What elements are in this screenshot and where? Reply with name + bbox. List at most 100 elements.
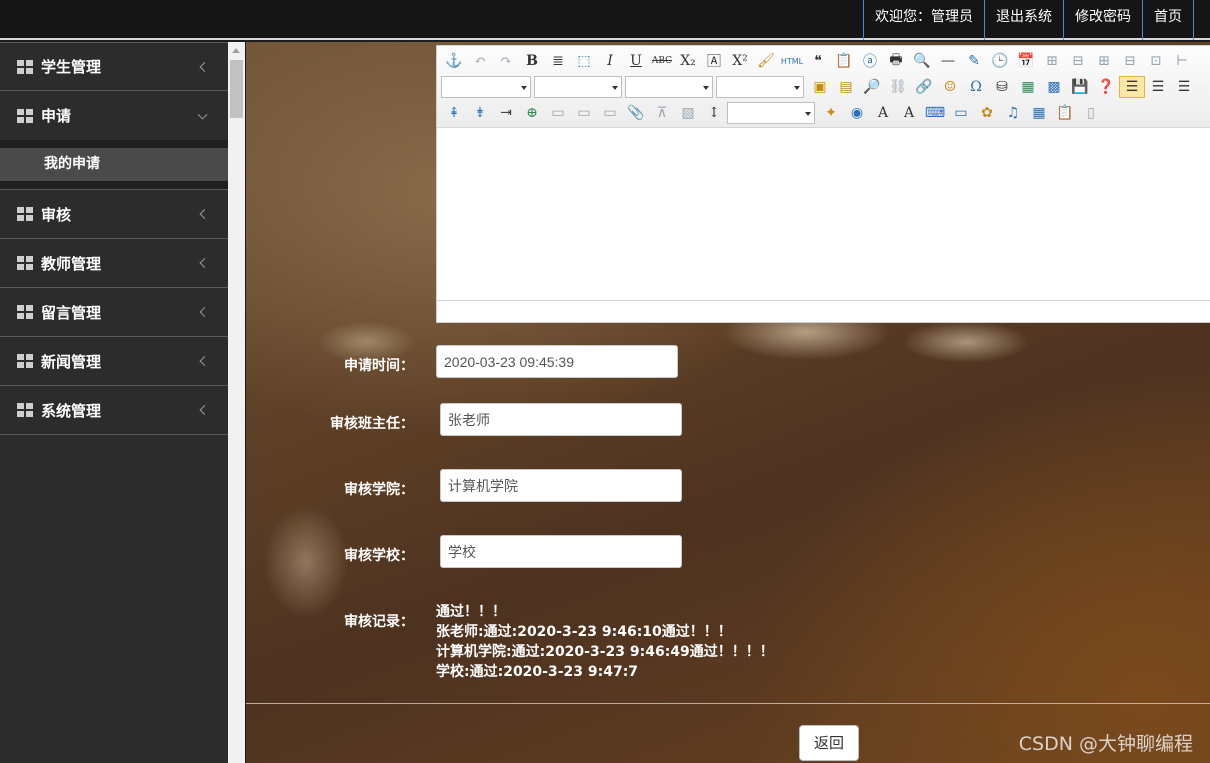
teacher-field[interactable] — [440, 403, 682, 436]
time-icon[interactable]: 🕒 — [987, 50, 1013, 72]
insert-video-icon[interactable]: ◉ — [844, 102, 870, 124]
format-paragraph-icon[interactable]: ≣ — [545, 50, 571, 72]
special-char-icon[interactable]: Ω — [963, 76, 989, 98]
sidebar-scrollbar[interactable] — [228, 42, 245, 763]
horizontal-rule-icon[interactable]: — — [935, 50, 961, 72]
top-bar: 欢迎您：管理员 退出系统 修改密码 首页 — [0, 0, 1210, 40]
bold-icon[interactable]: B — [519, 50, 545, 72]
preview-icon[interactable]: 🔍 — [909, 50, 935, 72]
save-icon[interactable]: 💾 — [1067, 76, 1093, 98]
emoticon-icon[interactable]: ☺ — [937, 76, 963, 98]
paragraph-select[interactable] — [716, 76, 804, 98]
chevron-left-icon — [199, 405, 210, 415]
word-image-icon[interactable]: ▧ — [675, 102, 701, 124]
binoculars-icon[interactable]: ⛁ — [989, 76, 1015, 98]
line-height-icon[interactable]: ↕ — [701, 102, 727, 124]
float-left-icon[interactable]: ▭ — [545, 102, 571, 124]
sidebar-item-student-management[interactable]: 学生管理 — [0, 42, 228, 91]
custom-style-select[interactable] — [727, 102, 815, 124]
strikethrough-icon[interactable]: ABC — [649, 50, 675, 72]
underline-icon[interactable]: U — [623, 50, 649, 72]
subscript-icon[interactable]: X₂ — [675, 50, 701, 72]
insert-row-icon[interactable]: ⊟ — [1065, 50, 1091, 72]
sidebar-item-application[interactable]: 申请 — [0, 91, 228, 140]
unlink-icon[interactable]: ⛓ — [885, 76, 911, 98]
page-break-icon[interactable]: ⊼ — [649, 102, 675, 124]
multi-image-icon[interactable]: ▤ — [833, 76, 859, 98]
split-cells-icon[interactable]: ⊢ — [1169, 50, 1195, 72]
main-content: ⚓ ↶ ↷ B ≣ ⬚ I U ABC X₂ 🄰 X² 🖌 HTML ❝ 📋 ⓐ… — [246, 42, 1210, 763]
scrawl-icon[interactable]: ▭ — [948, 102, 974, 124]
delete-row-icon[interactable]: ⊟ — [1117, 50, 1143, 72]
logout-link[interactable]: 退出系统 — [984, 0, 1063, 40]
undo-icon[interactable]: ↶ — [467, 50, 493, 72]
image-icon[interactable]: ▣ — [807, 76, 833, 98]
clipboard-icon[interactable]: 📋 — [1052, 102, 1078, 124]
editor-content-area[interactable] — [437, 128, 1210, 300]
change-password-link[interactable]: 修改密码 — [1063, 0, 1142, 40]
align-center-icon[interactable]: ☰ — [1171, 76, 1197, 98]
align-right-icon[interactable]: ☰ — [1145, 76, 1171, 98]
toolbar-row-1: ⚓ ↶ ↷ B ≣ ⬚ I U ABC X₂ 🄰 X² 🖌 HTML ❝ 📋 ⓐ… — [441, 48, 1210, 74]
back-button[interactable]: 返回 — [799, 725, 859, 761]
font-border-icon[interactable]: 🄰 — [701, 50, 727, 72]
college-field[interactable] — [440, 469, 682, 502]
print-icon[interactable]: 🖶 — [883, 50, 909, 72]
sidebar-item-message-management[interactable]: 留言管理 — [0, 288, 228, 337]
image-map-icon[interactable]: ▦ — [1015, 76, 1041, 98]
sidebar-subitem-my-application[interactable]: 我的申请 — [0, 148, 228, 181]
scroll-up-arrow-icon[interactable] — [232, 48, 240, 53]
link-icon[interactable]: 🔗 — [911, 76, 937, 98]
apply-time-field[interactable] — [436, 345, 678, 378]
date-icon[interactable]: 📅 — [1013, 50, 1039, 72]
table-icon[interactable]: ▦ — [1026, 102, 1052, 124]
float-right-icon[interactable]: ▭ — [571, 102, 597, 124]
editor-status-bar — [437, 300, 1210, 322]
indent-icon[interactable]: ⇥ — [493, 102, 519, 124]
font-size-select[interactable] — [625, 76, 713, 98]
magic-wand-icon[interactable]: ✦ — [818, 102, 844, 124]
redo-icon[interactable]: ↷ — [493, 50, 519, 72]
sidebar-item-teacher-management[interactable]: 教师管理 — [0, 239, 228, 288]
row-spacing-top-icon[interactable]: ⇞ — [441, 102, 467, 124]
insert-col-icon[interactable]: ⊞ — [1091, 50, 1117, 72]
format-brush-icon[interactable]: 🖌 — [753, 50, 779, 72]
sidebar-item-review[interactable]: 审核 — [0, 190, 228, 239]
search-replace-icon[interactable]: 🔎 — [859, 76, 885, 98]
quote-icon[interactable]: ❝ — [805, 50, 831, 72]
grid-icon — [17, 354, 33, 368]
background-icon[interactable]: ✿ — [974, 102, 1000, 124]
delete-col-icon[interactable]: ⊡ — [1143, 50, 1169, 72]
heading-select[interactable] — [441, 76, 531, 98]
sidebar-item-news-management[interactable]: 新闻管理 — [0, 337, 228, 386]
align-left-icon[interactable]: ☰ — [1119, 76, 1145, 98]
superscript-icon[interactable]: X² — [727, 50, 753, 72]
insert-frame-icon[interactable]: ⊕ — [519, 102, 545, 124]
row-spacing-bottom-icon[interactable]: ⇟ — [467, 102, 493, 124]
merge-cells-icon[interactable]: ⊞ — [1039, 50, 1065, 72]
draft-icon[interactable]: ▯ — [1078, 102, 1104, 124]
music-icon[interactable]: ♫ — [1000, 102, 1026, 124]
grid-icon — [17, 108, 33, 123]
font-size-increase-icon[interactable]: A — [870, 102, 896, 124]
grid-icon — [17, 403, 33, 417]
font-family-select[interactable] — [534, 76, 622, 98]
insert-code-icon[interactable]: ⌨ — [922, 102, 948, 124]
eraser-icon[interactable]: ✎ — [961, 50, 987, 72]
help-icon[interactable]: ❓ — [1093, 76, 1119, 98]
paste-text-icon[interactable]: ⓐ — [857, 50, 883, 72]
font-size-decrease-icon[interactable]: A — [896, 102, 922, 124]
italic-icon[interactable]: I — [597, 50, 623, 72]
scroll-thumb[interactable] — [230, 60, 243, 118]
school-field[interactable] — [440, 535, 682, 568]
float-none-icon[interactable]: ▭ — [597, 102, 623, 124]
sidebar-item-system-management[interactable]: 系统管理 — [0, 386, 228, 435]
clear-format-icon[interactable]: ⬚ — [571, 50, 597, 72]
home-link[interactable]: 首页 — [1142, 0, 1194, 40]
anchor-icon[interactable]: ⚓ — [441, 50, 467, 72]
template-icon[interactable]: ▩ — [1041, 76, 1067, 98]
chevron-left-icon — [199, 307, 210, 317]
attachment-icon[interactable]: 📎 — [623, 102, 649, 124]
html-icon[interactable]: HTML — [779, 50, 805, 72]
paste-icon[interactable]: 📋 — [831, 50, 857, 72]
